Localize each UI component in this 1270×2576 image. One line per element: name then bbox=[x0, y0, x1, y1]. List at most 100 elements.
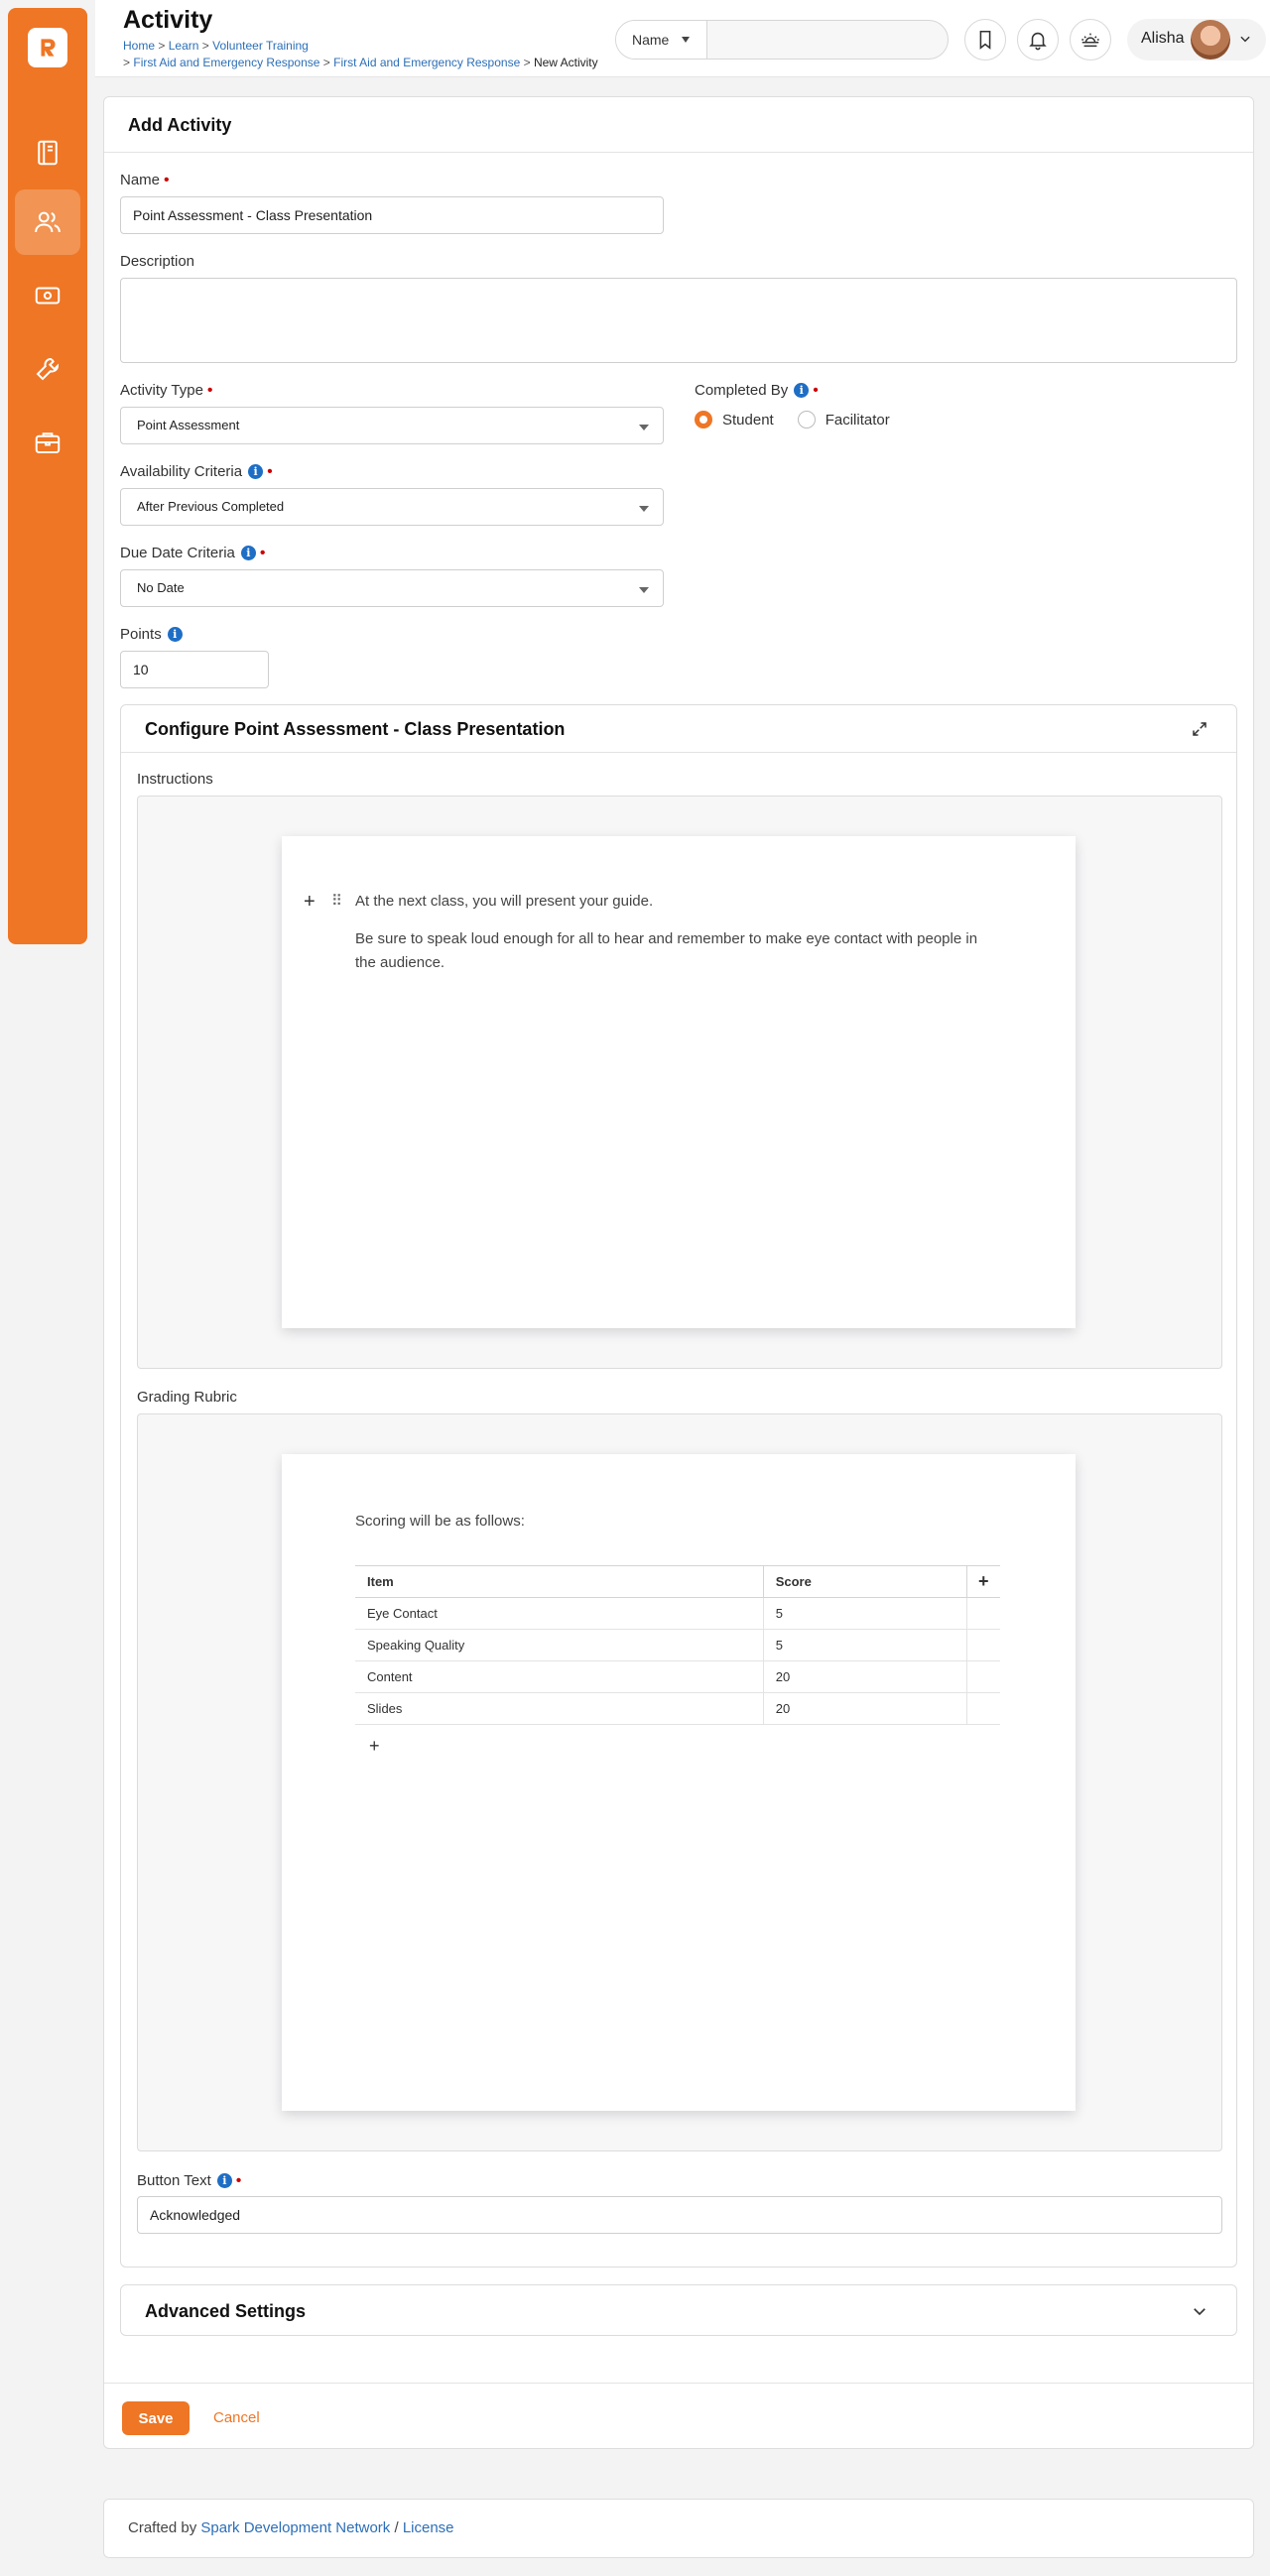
due-date-criteria-label: Due Date Criteria i • bbox=[120, 545, 266, 562]
form-actions: Save Cancel bbox=[104, 2383, 1253, 2448]
rubric-cell[interactable]: 5 bbox=[763, 1597, 967, 1630]
add-activity-card: Add Activity Name• Description Activity … bbox=[103, 96, 1254, 2449]
instructions-editor: + ⠿ At the next class, you will present … bbox=[137, 796, 1222, 1369]
breadcrumb-course[interactable]: First Aid and Emergency Response bbox=[333, 56, 520, 69]
user-name: Alisha bbox=[1141, 30, 1185, 47]
name-label-text: Name bbox=[120, 172, 161, 188]
breadcrumb-program[interactable]: First Aid and Emergency Response bbox=[133, 56, 319, 69]
add-column-icon[interactable]: + bbox=[966, 1565, 1000, 1598]
wrench-icon bbox=[36, 357, 60, 381]
activity-type-select[interactable]: Point Assessment bbox=[120, 407, 664, 444]
cancel-button[interactable]: Cancel bbox=[213, 2409, 260, 2426]
advanced-settings-title: Advanced Settings bbox=[145, 2301, 307, 2321]
table-row: Eye Contact 5 bbox=[355, 1597, 1000, 1630]
breadcrumb-separator: > bbox=[523, 56, 531, 69]
breadcrumb-volunteer-training[interactable]: Volunteer Training bbox=[212, 39, 309, 53]
top-header: Activity Home > Learn > Volunteer Traini… bbox=[95, 0, 1270, 77]
rubric-cell[interactable]: 5 bbox=[763, 1629, 967, 1661]
info-icon[interactable]: i bbox=[248, 464, 264, 479]
required-indicator: • bbox=[813, 382, 819, 399]
required-indicator: • bbox=[164, 172, 170, 188]
completed-by-options: Student Facilitator bbox=[695, 411, 890, 429]
add-row-icon[interactable]: + bbox=[369, 1736, 380, 1756]
rubric-cell-empty bbox=[966, 1629, 1000, 1661]
button-text-label-text: Button Text bbox=[137, 2172, 211, 2189]
rubric-cell[interactable]: Content bbox=[355, 1660, 764, 1693]
activity-type-label: Activity Type • bbox=[120, 382, 213, 400]
instructions-editor-page[interactable]: + ⠿ At the next class, you will present … bbox=[282, 836, 1076, 1328]
student-radio[interactable] bbox=[695, 411, 712, 429]
info-icon[interactable]: i bbox=[794, 383, 810, 398]
info-icon[interactable]: i bbox=[216, 2173, 232, 2188]
footer-spark-link[interactable]: Spark Development Network bbox=[200, 2519, 390, 2536]
rubric-cell[interactable]: Speaking Quality bbox=[355, 1629, 764, 1661]
required-indicator: • bbox=[235, 2172, 242, 2189]
page-title: Activity bbox=[123, 6, 213, 34]
caret-down-icon bbox=[639, 506, 649, 512]
rubric-cell[interactable]: 20 bbox=[763, 1660, 967, 1693]
breadcrumb-separator: > bbox=[158, 39, 166, 53]
name-field[interactable] bbox=[120, 196, 664, 234]
info-icon[interactable]: i bbox=[240, 546, 256, 560]
sidebar-item-finance[interactable] bbox=[15, 263, 80, 328]
notifications-button[interactable] bbox=[1017, 19, 1059, 61]
availability-criteria-select[interactable]: After Previous Completed bbox=[120, 488, 664, 526]
footer-prefix: Crafted by bbox=[128, 2519, 197, 2536]
people-icon bbox=[35, 211, 61, 233]
rubric-cell[interactable]: 20 bbox=[763, 1692, 967, 1725]
availability-criteria-label: Availability Criteria i • bbox=[120, 463, 273, 481]
search-input[interactable] bbox=[709, 22, 944, 58]
facilitator-radio[interactable] bbox=[797, 411, 816, 429]
save-button[interactable]: Save bbox=[122, 2401, 190, 2435]
sidebar-item-content[interactable] bbox=[15, 120, 80, 185]
due-date-criteria-value: No Date bbox=[137, 580, 185, 595]
description-label: Description bbox=[120, 253, 195, 270]
caret-down-icon bbox=[639, 425, 649, 430]
instructions-paragraph-2[interactable]: Be sure to speak loud enough for all to … bbox=[355, 927, 990, 975]
search-scope-dropdown[interactable]: Name bbox=[616, 21, 707, 59]
rubric-table: Item Score + Eye Contact 5 Speaking Qual… bbox=[355, 1565, 1000, 1725]
add-block-icon[interactable]: + bbox=[304, 892, 316, 912]
drag-handle-icon[interactable]: ⠿ bbox=[331, 892, 342, 912]
rubric-intro[interactable]: Scoring will be as follows: bbox=[355, 1510, 525, 1533]
availability-criteria-label-text: Availability Criteria bbox=[120, 463, 243, 480]
sidebar-item-settings[interactable] bbox=[15, 410, 80, 475]
footer: Crafted by Spark Development Network / L… bbox=[103, 2499, 1254, 2558]
description-field[interactable] bbox=[120, 278, 1237, 363]
table-row: Speaking Quality 5 bbox=[355, 1629, 1000, 1661]
global-search: Name bbox=[615, 20, 949, 60]
configure-panel: Configure Point Assessment - Class Prese… bbox=[120, 704, 1237, 2268]
button-text-field[interactable] bbox=[137, 2196, 1222, 2234]
sun-horizon-icon bbox=[1081, 33, 1099, 48]
due-date-criteria-select[interactable]: No Date bbox=[120, 569, 664, 607]
bookmark-button[interactable] bbox=[964, 19, 1006, 61]
rubric-cell-empty bbox=[966, 1692, 1000, 1725]
rubric-column-score[interactable]: Score bbox=[763, 1565, 967, 1598]
student-radio-label[interactable]: Student bbox=[722, 412, 774, 429]
instructions-paragraph-1[interactable]: At the next class, you will present your… bbox=[355, 890, 653, 914]
points-label-text: Points bbox=[120, 626, 162, 643]
breadcrumb-learn[interactable]: Learn bbox=[169, 39, 199, 53]
points-field[interactable] bbox=[120, 651, 269, 688]
theme-toggle-button[interactable] bbox=[1070, 19, 1111, 61]
rock-logo[interactable] bbox=[28, 28, 67, 67]
grading-rubric-editor-page[interactable]: Scoring will be as follows: Item Score +… bbox=[282, 1454, 1076, 2111]
advanced-settings-panel[interactable]: Advanced Settings bbox=[120, 2284, 1237, 2336]
facilitator-radio-label[interactable]: Facilitator bbox=[826, 412, 890, 429]
table-row: Slides 20 bbox=[355, 1692, 1000, 1725]
search-scope-label: Name bbox=[632, 32, 670, 48]
user-menu[interactable]: Alisha bbox=[1127, 19, 1266, 61]
configure-panel-header: Configure Point Assessment - Class Prese… bbox=[121, 705, 1236, 753]
breadcrumb-home[interactable]: Home bbox=[123, 39, 155, 53]
expand-icon[interactable] bbox=[1191, 720, 1208, 738]
sidebar-item-people[interactable] bbox=[15, 189, 80, 255]
sidebar-item-admin-tools[interactable] bbox=[15, 336, 80, 402]
card-title: Add Activity bbox=[128, 115, 232, 135]
rubric-cell[interactable]: Eye Contact bbox=[355, 1597, 764, 1630]
footer-license-link[interactable]: License bbox=[403, 2519, 454, 2536]
rubric-column-item[interactable]: Item bbox=[355, 1565, 764, 1598]
info-icon[interactable]: i bbox=[167, 627, 183, 642]
rubric-cell[interactable]: Slides bbox=[355, 1692, 764, 1725]
rubric-cell-empty bbox=[966, 1660, 1000, 1693]
availability-criteria-value: After Previous Completed bbox=[137, 499, 285, 514]
